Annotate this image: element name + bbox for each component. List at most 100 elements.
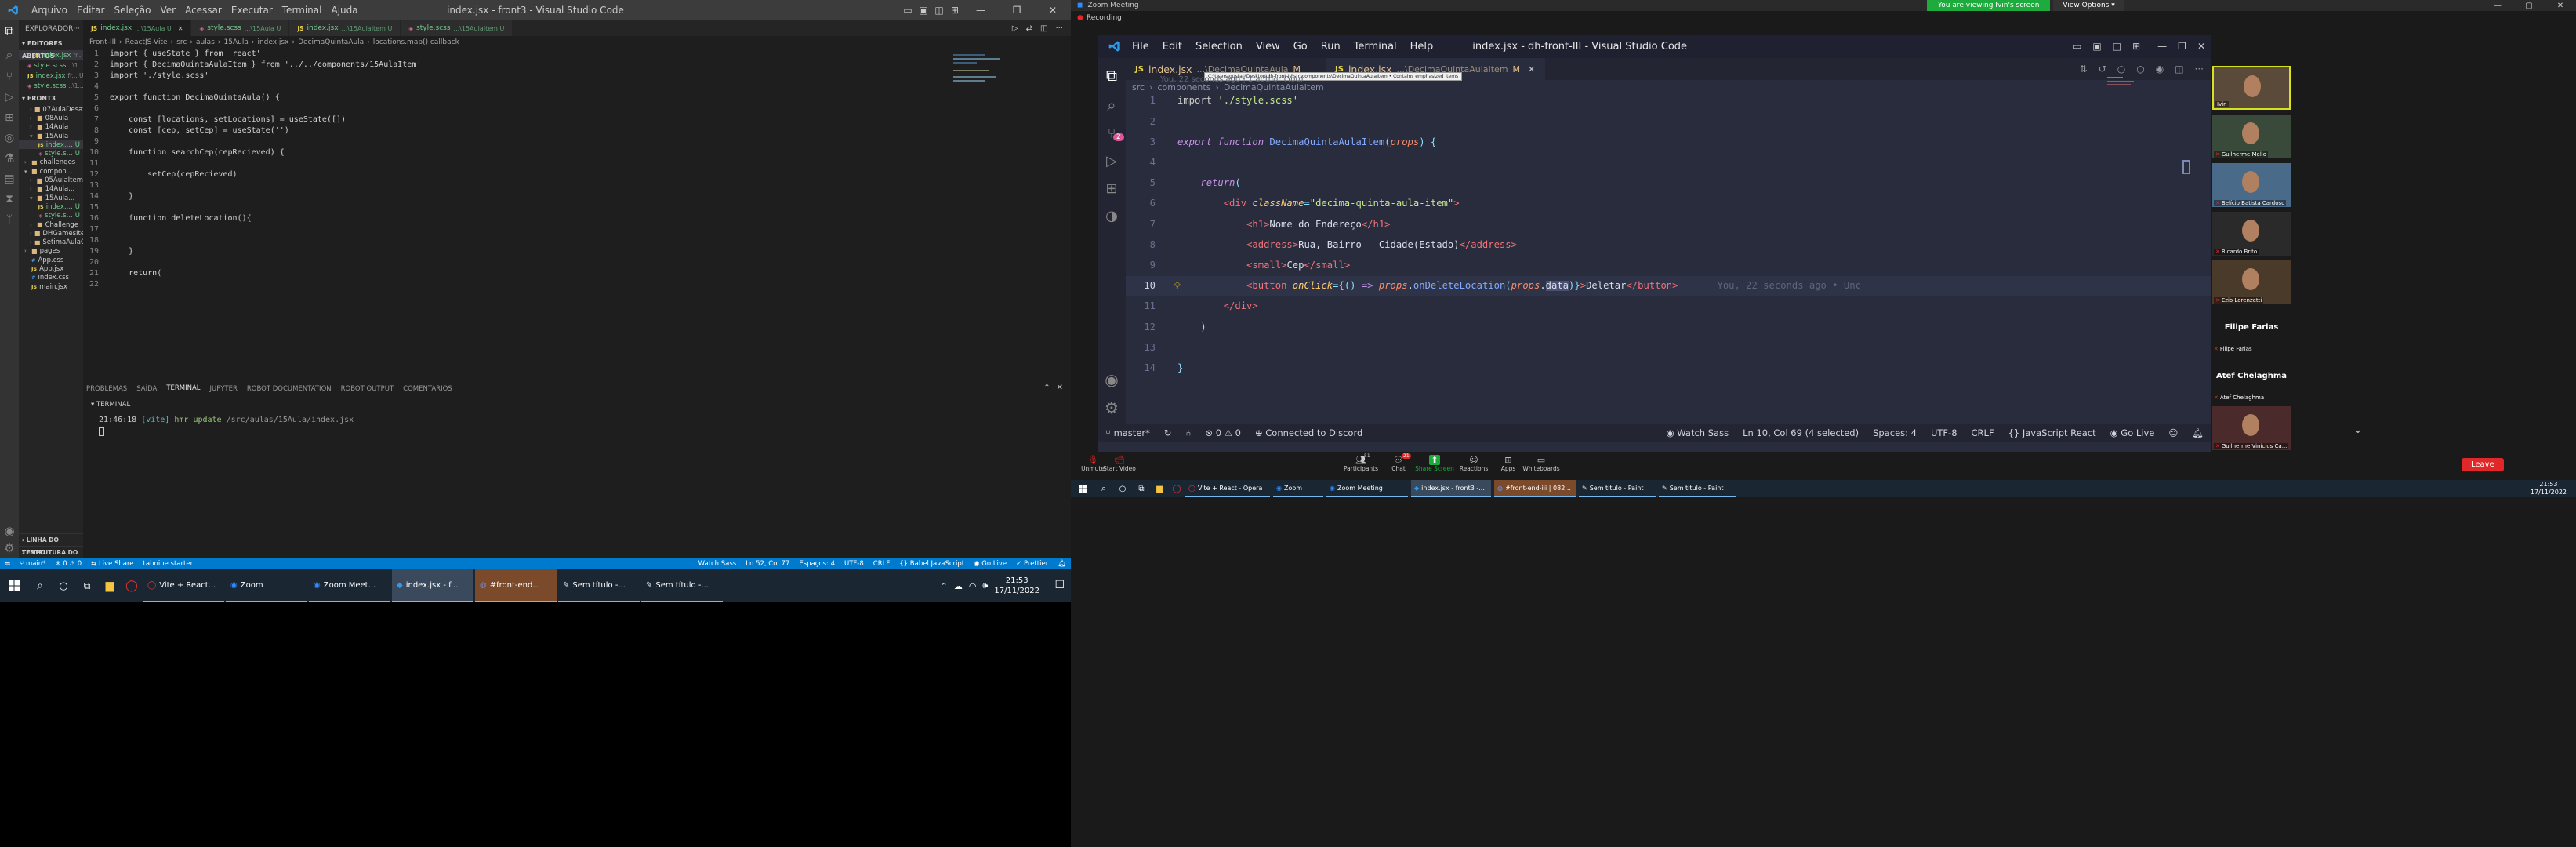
workspace-header[interactable]: ▾ FRONT3 [19, 93, 83, 105]
search-icon[interactable]: ⌕ [1094, 483, 1113, 494]
watch-sass-status[interactable]: ◉ Watch Sass [1667, 427, 1729, 438]
folder-item[interactable]: ▾ ■ compon... [19, 167, 83, 176]
participant-video[interactable]: ✕ Belício Batista Cardoso [2212, 163, 2291, 207]
file-item[interactable]: JS App.jsx [19, 264, 83, 273]
taskbar-app[interactable]: ◉ Zoom [1273, 480, 1323, 497]
file-item[interactable]: ◈ style.s... U [19, 212, 83, 220]
testing-icon[interactable]: ⚗ [0, 152, 19, 165]
folder-item[interactable]: ▾ ■ 15Aula... [19, 194, 83, 202]
search-icon[interactable]: ⌕ [28, 580, 52, 592]
network-icon[interactable]: ☁ [954, 581, 963, 591]
breadcrumb-item[interactable]: Front-III [89, 38, 116, 46]
cursor-position[interactable]: Ln 10, Col 69 (4 selected) [1743, 427, 1859, 438]
panel-tab[interactable]: ROBOT DOCUMENTATION [247, 385, 332, 393]
editor-tab[interactable]: ◈ style.scss ...\15Aula U [191, 20, 290, 36]
folder-item[interactable]: › ■ Challenge [19, 220, 83, 229]
taskbar-app[interactable]: ◉ Zoom Meet... [309, 569, 390, 602]
menu-item[interactable]: Edit [1163, 41, 1182, 53]
windows-start-icon[interactable] [1071, 485, 1094, 493]
taskbar-app[interactable]: ◆ index.jsx - f... [392, 569, 473, 602]
previous-change-icon[interactable]: ○ [2117, 64, 2125, 75]
taskbar-app[interactable]: ◯ Vite + React - Opera [1185, 480, 1270, 497]
menu-item[interactable]: Editar [72, 5, 110, 16]
participant-tile[interactable]: Filipe Farias ✕ Filipe Farias [2212, 309, 2291, 353]
shared-clock[interactable]: 21:53 17/11/2022 [2531, 481, 2567, 496]
file-explorer-icon[interactable]: ▆ [99, 580, 121, 592]
minimize-icon[interactable]: — [963, 5, 999, 16]
folder-item[interactable]: ▾ ■ 15Aula [19, 132, 83, 140]
control-participants[interactable]: 👥︎ 51 Participants [1341, 453, 1381, 472]
breadcrumb-item[interactable]: DecimaQuintaAula [298, 38, 364, 46]
terminal-output[interactable]: 21:46:18 [vite] hmr update /src/aulas/15… [83, 412, 1071, 439]
source-control-icon[interactable]: ⑂ [0, 71, 19, 83]
more-actions-icon[interactable]: ··· [73, 25, 80, 33]
settings-gear-icon[interactable]: ⚙ [0, 541, 19, 555]
open-editor-item[interactable]: ◈style.scss..\1... U [19, 60, 83, 71]
split-editor-icon[interactable]: ◫ [1040, 24, 1047, 33]
extensions-icon[interactable]: ⊞ [0, 111, 19, 124]
minimap[interactable] [953, 52, 1024, 115]
opera-pinned-icon[interactable]: ◯ [1168, 485, 1185, 493]
search-icon[interactable]: ⌕ [0, 47, 19, 63]
panel-tab[interactable]: JUPYTER [210, 385, 238, 393]
code-editor[interactable]: 1 import { useState } from 'react' 2 import… [83, 49, 1071, 376]
settings-gear-icon[interactable]: ⚙ [1098, 398, 1126, 417]
participant-video[interactable]: ✕ Ricardo Brito [2212, 212, 2291, 256]
open-editor-item[interactable]: ✕JSindex.jsxfr... U [19, 50, 83, 60]
participant-video[interactable]: ✕ Guilherme Vinícius Ca... [2212, 406, 2291, 450]
editor-tab[interactable]: JS index.jsx ...\15Aula U ✕ [83, 20, 192, 36]
control-share-screen[interactable]: ⬆ Share Screen [1414, 455, 1455, 472]
language-mode[interactable]: {} Babel JavaScript [899, 560, 964, 568]
open-editor-item[interactable]: ◈style.scss..\1... U [19, 81, 83, 91]
taskbar-app[interactable]: ✎ Sem título -... [641, 569, 723, 602]
feedback-icon[interactable]: ☺ [2168, 427, 2178, 438]
go-live[interactable]: ◉ Go Live [2110, 427, 2155, 438]
shared-code-editor[interactable]: 1 import './style.scss' 2 3 export function … [1126, 83, 2211, 424]
menu-item[interactable]: Acessar [180, 5, 227, 16]
discord-status[interactable]: ⊕ Connected to Discord [1255, 427, 1362, 438]
close-icon[interactable]: ✕ [2545, 2, 2576, 10]
participant-video[interactable]: ✕ Ezio Lorenzetti [2212, 260, 2291, 304]
breadcrumb-item[interactable]: locations.map() callback [373, 38, 459, 46]
minimize-icon[interactable]: — [2157, 41, 2167, 52]
shared-minimap[interactable] [2107, 75, 2154, 91]
menu-item[interactable]: Terminal [278, 5, 327, 16]
tabnine-status[interactable]: tabnine starter [143, 560, 194, 568]
folder-item[interactable]: › ■ 14Aula [19, 123, 83, 132]
layout-icon[interactable]: ▣ [2092, 41, 2101, 52]
task-view-icon[interactable]: ⧉ [1132, 485, 1151, 493]
source-control-icon[interactable]: ⑂ 2 [1098, 125, 1126, 142]
problems-status[interactable]: ⊗ 0 ⚠ 0 [1205, 427, 1241, 438]
taskbar-app[interactable]: ✎ Sem título - Paint [1579, 480, 1656, 497]
close-tab-icon[interactable]: ✕ [178, 25, 183, 32]
branch-status[interactable]: ⑂ master* [1105, 427, 1150, 438]
participant-tile[interactable]: Atef Chelaghma ✕ Atef Chelaghma [2212, 358, 2291, 402]
layout-icon[interactable]: ▣ [916, 5, 931, 16]
breadcrumb-item[interactable]: aulas [196, 38, 215, 46]
taskbar-app[interactable]: ◉ Zoom Meeting [1326, 480, 1408, 497]
encoding[interactable]: UTF-8 [1931, 427, 1957, 438]
menu-item[interactable]: Seleção [109, 5, 155, 16]
clock[interactable]: 21:53 17/11/2022 [994, 576, 1039, 596]
file-item[interactable]: JS index.... U [19, 140, 83, 150]
eol[interactable]: CRLF [873, 560, 890, 568]
next-change-icon[interactable]: ○ [2136, 64, 2144, 75]
compare-icon[interactable]: ⇄ [1026, 24, 1032, 33]
notification-center-icon[interactable]: ☐ [1054, 579, 1065, 591]
control-chat[interactable]: 💬︎ 21 Chat [1378, 453, 1419, 472]
scrollbar-thumb[interactable] [2182, 160, 2190, 174]
explorer-icon[interactable]: ⧉ [0, 24, 19, 39]
search-icon[interactable]: ⌕ [1098, 96, 1126, 115]
remote-indicator-icon[interactable]: ⇋ [5, 560, 10, 568]
control-start-video[interactable]: 📹︎ Start Video [1099, 455, 1140, 472]
sync-icon[interactable]: ↻ [1164, 427, 1172, 438]
editor-tab[interactable]: JS index.jsx ...\15AulaItem U [289, 20, 401, 36]
panel-tab[interactable]: ROBOT OUTPUT [341, 385, 394, 393]
layout-icon[interactable]: ⊞ [2132, 41, 2140, 52]
taskbar-app[interactable]: ◆ index.jsx - front3 -... [1411, 480, 1491, 497]
maximize-icon[interactable]: ❐ [2178, 41, 2186, 52]
more-icon[interactable]: ··· [2195, 64, 2204, 75]
lightbulb-icon[interactable]: 💡︎ [1174, 281, 1181, 291]
indentation[interactable]: Spaces: 4 [1873, 427, 1917, 438]
taskbar-app[interactable]: ✎ Sem título - Paint [1659, 480, 1736, 497]
